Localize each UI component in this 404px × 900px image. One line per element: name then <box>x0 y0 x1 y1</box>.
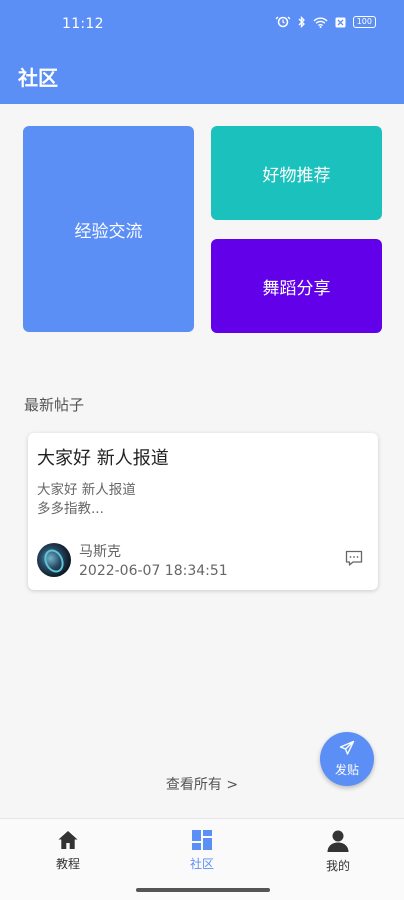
nav-label: 教程 <box>55 857 80 871</box>
new-post-button[interactable]: 发贴 <box>320 732 374 786</box>
category-tile-experience[interactable]: 经验交流 <box>23 126 194 332</box>
category-tile-label: 经验交流 <box>74 221 143 242</box>
post-timestamp: 2022-06-07 18:34:51 <box>79 563 228 579</box>
alarm-icon <box>275 16 291 28</box>
category-tile-label: 舞蹈分享 <box>262 278 331 299</box>
battery-icon: 100 <box>352 16 376 28</box>
bluetooth-icon <box>298 16 305 28</box>
send-icon <box>339 740 355 755</box>
comment-icon[interactable] <box>344 548 364 568</box>
dashboard-icon <box>192 830 212 850</box>
new-post-label: 发贴 <box>334 763 359 777</box>
home-indicator[interactable] <box>136 888 270 892</box>
avatar[interactable] <box>37 543 71 577</box>
latest-posts-heading: 最新帖子 <box>24 396 85 414</box>
post-excerpt: 大家好 新人报道 多多指教... <box>37 482 136 517</box>
status-icons: 100 <box>275 16 376 28</box>
nav-item-mine[interactable]: 我的 <box>298 829 378 874</box>
status-bar: 11:12 100 <box>0 0 404 52</box>
status-time: 11:12 <box>62 16 104 32</box>
post-card[interactable]: 大家好 新人报道 大家好 新人报道 多多指教... 马斯克 2022-06-07… <box>28 433 378 590</box>
wifi-icon <box>313 17 328 28</box>
post-title: 大家好 新人报道 <box>37 448 169 469</box>
post-author: 马斯克 <box>79 544 121 560</box>
category-tile-label: 好物推荐 <box>262 165 331 186</box>
page-title: 社区 <box>18 66 58 90</box>
nav-label: 我的 <box>325 859 350 873</box>
nav-label: 社区 <box>189 857 214 871</box>
category-tile-recommendations[interactable]: 好物推荐 <box>211 126 382 220</box>
nav-item-community[interactable]: 社区 <box>162 829 242 872</box>
nav-item-tutorial[interactable]: 教程 <box>28 829 108 872</box>
category-tile-dance[interactable]: 舞蹈分享 <box>211 239 382 333</box>
person-icon <box>327 830 349 852</box>
sim-icon <box>335 17 346 27</box>
home-icon <box>58 831 78 849</box>
app-bar: 社区 <box>0 52 404 104</box>
